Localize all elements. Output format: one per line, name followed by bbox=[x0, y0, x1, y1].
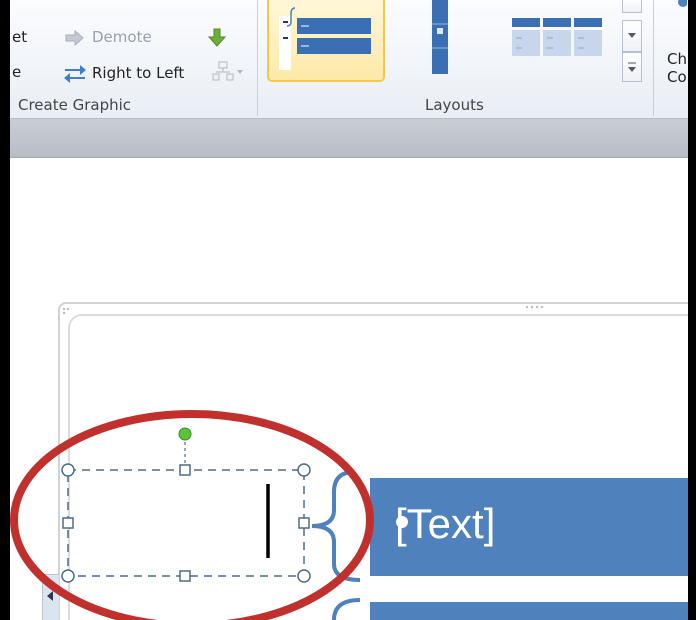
group-separator bbox=[257, 0, 258, 116]
change-colors-label-line2[interactable]: Co bbox=[667, 68, 687, 86]
move-down-icon[interactable] bbox=[208, 28, 226, 48]
change-colors-icon[interactable] bbox=[675, 0, 687, 12]
ruler-strip bbox=[10, 119, 688, 158]
layout-thumbnail-table[interactable] bbox=[512, 18, 604, 58]
table-list-layout-icon bbox=[512, 18, 602, 56]
bracket-list-layout-icon bbox=[279, 7, 371, 70]
frame-corner-icon[interactable] bbox=[61, 306, 71, 316]
smartart-row-1-text[interactable]: [Text] bbox=[395, 500, 495, 548]
demote-arrow-icon bbox=[65, 29, 84, 47]
org-chart-layout-icon[interactable] bbox=[212, 60, 246, 84]
add-bullet-button-label[interactable]: et bbox=[12, 28, 27, 46]
create-graphic-group-label: Create Graphic bbox=[18, 96, 132, 114]
gallery-scroll-down-button[interactable] bbox=[622, 20, 642, 52]
right-border bbox=[688, 0, 696, 620]
layout-thumbnail-selected[interactable] bbox=[267, 0, 385, 82]
right-to-left-button[interactable]: Right to Left bbox=[60, 60, 200, 86]
right-to-left-label: Right to Left bbox=[92, 64, 185, 82]
layouts-group-label: Layouts bbox=[425, 96, 484, 114]
layout-thumbnail-vertical[interactable] bbox=[432, 0, 448, 74]
demote-label: Demote bbox=[92, 28, 152, 46]
frame-grip-icon[interactable] bbox=[524, 304, 546, 310]
gallery-scroll-up-button[interactable] bbox=[622, 0, 642, 13]
smartart-row-2[interactable] bbox=[370, 602, 688, 620]
demote-button[interactable]: Demote bbox=[64, 26, 194, 50]
change-colors-label-line1[interactable]: Ch bbox=[667, 50, 687, 68]
left-border bbox=[0, 0, 10, 620]
annotation-ellipse bbox=[10, 410, 374, 620]
gallery-more-button[interactable] bbox=[622, 52, 642, 82]
vertical-list-layout-icon bbox=[432, 23, 448, 49]
app-window: et e Demote Right to Left Create Graphic bbox=[0, 0, 696, 620]
group-separator-2 bbox=[653, 0, 654, 116]
chevron-down-icon bbox=[628, 33, 636, 38]
text-pane-button-label[interactable]: e bbox=[12, 63, 21, 81]
right-to-left-icon bbox=[64, 65, 86, 83]
more-icon bbox=[628, 62, 636, 72]
